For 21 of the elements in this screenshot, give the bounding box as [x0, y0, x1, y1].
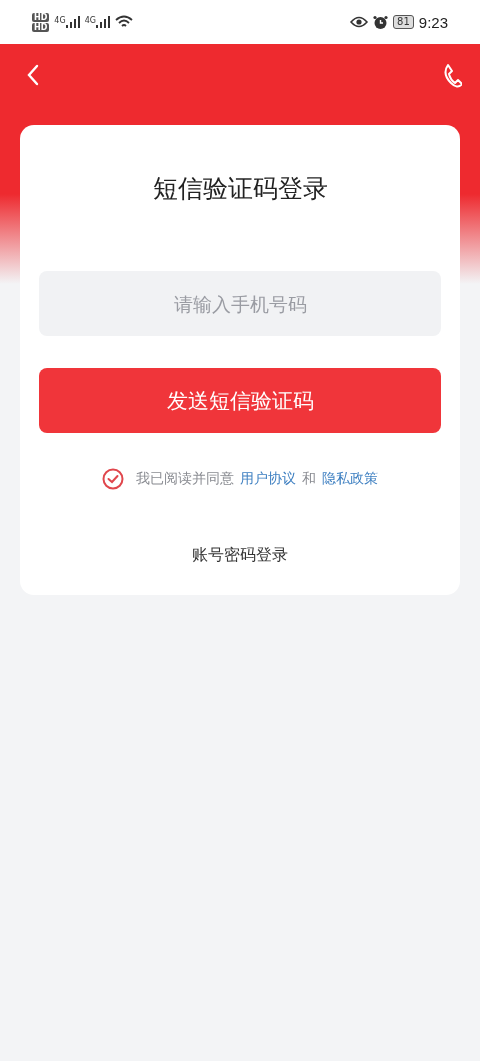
battery-icon: 81 — [393, 15, 414, 29]
back-icon[interactable] — [26, 64, 40, 86]
network-label: 4G — [84, 16, 96, 25]
agreement-link[interactable]: 隐私政策 — [322, 470, 378, 488]
page-title: 短信验证码登录 — [152, 173, 328, 205]
alarm-icon — [373, 14, 389, 30]
hd-indicator: HD — [32, 22, 50, 32]
agreement-text: 和 — [302, 470, 316, 488]
clock-time: 9:23 — [418, 13, 448, 31]
agreement-link[interactable]: 用户协议 — [240, 470, 296, 488]
signal-icon — [95, 16, 110, 28]
hd-indicator: HD — [32, 12, 50, 22]
network-label: 4G — [54, 16, 66, 25]
phone-input-field[interactable]: 请输入手机号码 — [39, 271, 441, 336]
agreement-text: 我已阅读并同意 — [136, 470, 234, 488]
wifi-icon — [114, 15, 133, 29]
agreement-checkbox[interactable] — [102, 468, 124, 490]
password-login-link[interactable]: 账号密码登录 — [192, 545, 288, 566]
signal-icon — [65, 16, 80, 28]
eye-icon — [350, 16, 369, 28]
send-code-button[interactable]: 发送短信验证码 — [39, 368, 441, 433]
